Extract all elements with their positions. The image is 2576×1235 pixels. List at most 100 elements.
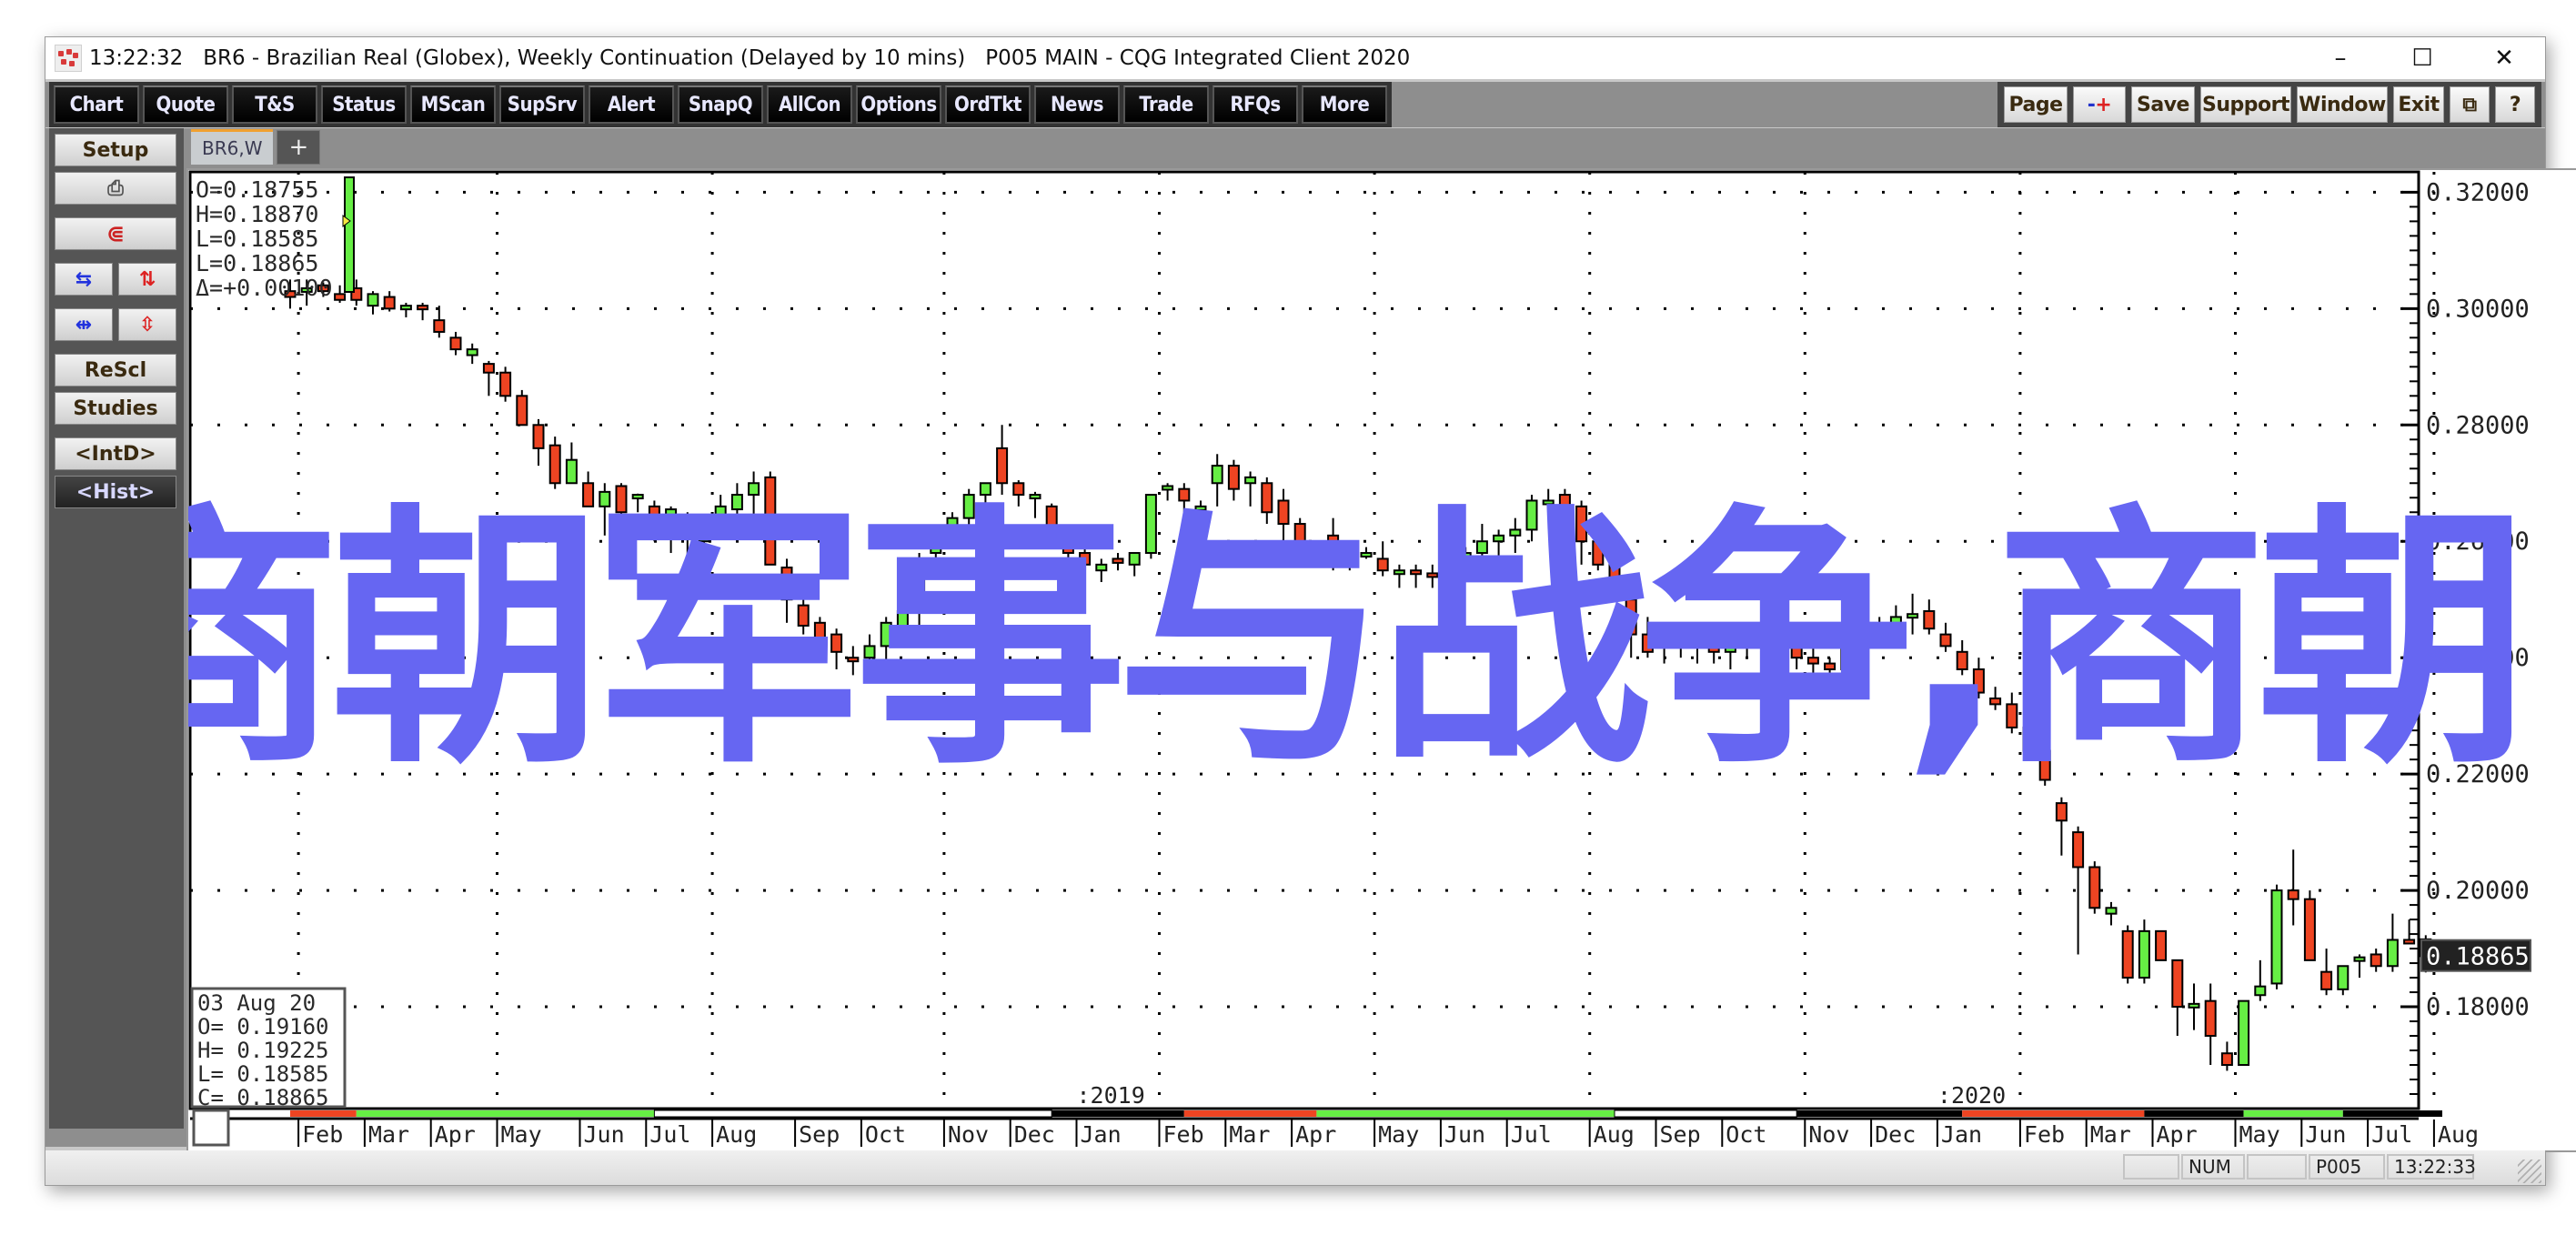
time-band-segment (356, 1110, 655, 1117)
candle-up[interactable] (466, 348, 478, 356)
horizontal-arrows-icon: ⇆ (75, 267, 93, 291)
page-button[interactable]: Page (2004, 86, 2068, 123)
window-button[interactable]: Window (2297, 86, 2388, 123)
compress-vertical-button[interactable]: ⇳ (118, 308, 176, 341)
toolbar-chart-button[interactable]: Chart (54, 85, 139, 124)
y-tick-label: 0.32000 (2426, 178, 2530, 206)
candle-up[interactable] (399, 305, 412, 311)
rescale-button[interactable]: ReScl (55, 354, 176, 387)
candle-down[interactable] (516, 395, 528, 427)
scroll-vertical-button[interactable]: ⇅ (118, 263, 176, 296)
candle-down[interactable] (482, 363, 495, 374)
setup-button[interactable]: Setup (55, 134, 176, 166)
candle-down[interactable] (2088, 866, 2101, 909)
candle-down[interactable] (2155, 929, 2168, 961)
toolbar-trade-button[interactable]: Trade (1123, 85, 1209, 124)
exit-button[interactable]: Exit (2393, 86, 2444, 123)
print-button[interactable]: ⎙ (55, 172, 176, 205)
compress-horizontal-button[interactable]: ⇹ (55, 308, 113, 341)
candle-up[interactable] (2105, 907, 2118, 915)
toolbar-allcon-button[interactable]: AllCon (767, 85, 852, 124)
candle-down[interactable] (2072, 831, 2085, 869)
candle-up[interactable] (2188, 1002, 2200, 1009)
candlestick-chart[interactable]: 0.320000.300000.280000.260000.240000.220… (188, 170, 2576, 1150)
studies-button[interactable]: Studies (55, 392, 176, 425)
candle-down[interactable] (2171, 959, 2184, 1009)
candle-down[interactable] (499, 371, 512, 397)
candle-up[interactable] (2138, 929, 2150, 979)
magnet-icon: ⋐ (106, 221, 126, 246)
save-button[interactable]: Save (2131, 86, 2195, 123)
toolbar-mscan-button[interactable]: MScan (410, 85, 496, 124)
candle-down[interactable] (2121, 929, 2134, 979)
x-month-label: Feb (302, 1121, 343, 1148)
toolbar-snapq-button[interactable]: SnapQ (678, 85, 763, 124)
close-button[interactable]: ✕ (2463, 37, 2545, 79)
candle-up[interactable] (565, 458, 578, 485)
historical-button[interactable]: <Hist> (55, 476, 176, 508)
x-month-label: Jul (649, 1121, 690, 1148)
candle-down[interactable] (2055, 802, 2068, 822)
minimize-button[interactable]: – (2299, 37, 2381, 79)
bar-info-line: C= 0.18865 (197, 1085, 329, 1110)
candle-up[interactable] (2238, 999, 2250, 1067)
candle-down[interactable] (2287, 889, 2299, 900)
time-band-segment (1614, 1109, 1797, 1118)
candle-down[interactable] (532, 424, 545, 449)
app-window: 13:22:32 BR6 - Brazilian Real (Globex), … (45, 36, 2576, 1186)
toolbar-options-button[interactable]: Options (856, 85, 941, 124)
magnet-button[interactable]: ⋐ (55, 217, 176, 250)
candle-down[interactable] (417, 305, 429, 311)
add-tab-button[interactable]: + (277, 130, 321, 165)
x-month-label: Dec (1014, 1121, 1055, 1148)
scroll-horizontal-button[interactable]: ⇆ (55, 263, 113, 296)
resize-grip[interactable] (2518, 1160, 2541, 1183)
toolbar-rfqs-button[interactable]: RFQs (1213, 85, 1298, 124)
toolbar-status-button[interactable]: Status (321, 85, 407, 124)
candle-down[interactable] (2403, 939, 2416, 945)
tab-br6-weekly[interactable]: BR6,W (191, 129, 274, 165)
maximize-button[interactable]: ☐ (2381, 37, 2463, 79)
candle-down[interactable] (383, 296, 396, 310)
candle-up[interactable] (1211, 465, 1223, 485)
time-band-segment (653, 1109, 1052, 1118)
candle-down[interactable] (2320, 970, 2333, 990)
cqg-app-icon (55, 45, 82, 72)
x-axis-corner-box (192, 1109, 230, 1147)
toolbar-more-button[interactable]: More (1302, 85, 1387, 124)
candle-down[interactable] (449, 336, 462, 351)
toolbar-ordtkt-button[interactable]: OrdTkt (945, 85, 1031, 124)
main-toolbar: Chart Quote T&S Status MScan SupSrv Aler… (45, 82, 2545, 127)
candle-down[interactable] (2220, 1052, 2233, 1067)
left-sidebar: Setup ⎙ ⋐ ⇆ ⇅ ⇹ ⇳ ReScl Studies <IntD> <… (49, 128, 184, 1129)
candle-up[interactable] (2254, 985, 2267, 997)
toolbar-alert-button[interactable]: Alert (589, 85, 674, 124)
candle-down[interactable] (548, 444, 561, 485)
toolbar-quote-button[interactable]: Quote (143, 85, 228, 124)
x-month-label: Jun (584, 1121, 625, 1148)
x-month-label: Jul (2371, 1121, 2412, 1148)
toolbar-ts-button[interactable]: T&S (232, 85, 317, 124)
intraday-button[interactable]: <IntD> (55, 437, 176, 470)
toolbar-news-button[interactable]: News (1034, 85, 1120, 124)
candle-down[interactable] (334, 293, 347, 301)
x-month-label: Aug (2438, 1121, 2479, 1148)
candle-up[interactable] (2353, 956, 2366, 962)
candle-up[interactable] (2270, 889, 2283, 985)
support-button[interactable]: Support (2200, 86, 2291, 123)
candle-up[interactable] (2337, 965, 2350, 990)
restore-window-icon[interactable]: ⧉ (2450, 86, 2490, 123)
x-month-label: Jun (2305, 1121, 2346, 1148)
candle-down[interactable] (2370, 953, 2382, 968)
candle-down[interactable] (2303, 898, 2316, 961)
window-title: 13:22:32 BR6 - Brazilian Real (Globex), … (89, 46, 1411, 70)
zoom-minus-plus-button[interactable]: - + (2073, 86, 2126, 123)
candle-down[interactable] (2204, 999, 2217, 1038)
help-button[interactable]: ? (2495, 86, 2535, 123)
candle-up[interactable] (367, 293, 379, 307)
candle-down[interactable] (996, 447, 1009, 485)
candle-down[interactable] (433, 319, 446, 333)
status-cell-empty-1 (2123, 1154, 2179, 1180)
toolbar-supsrv-button[interactable]: SupSrv (499, 85, 585, 124)
candle-up[interactable] (2386, 939, 2399, 968)
